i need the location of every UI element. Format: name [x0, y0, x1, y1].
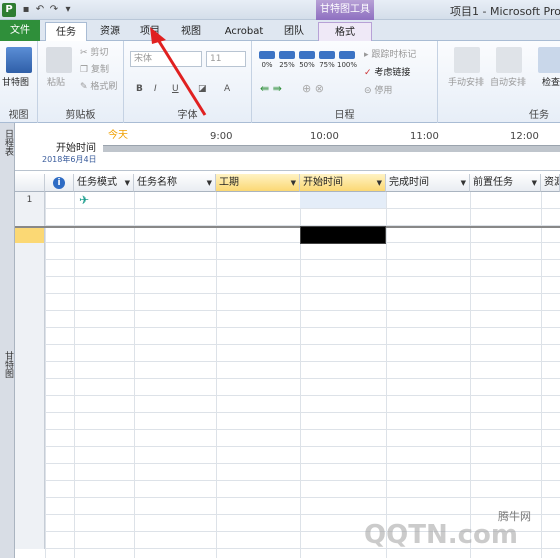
annotation-arrow — [150, 27, 207, 116]
